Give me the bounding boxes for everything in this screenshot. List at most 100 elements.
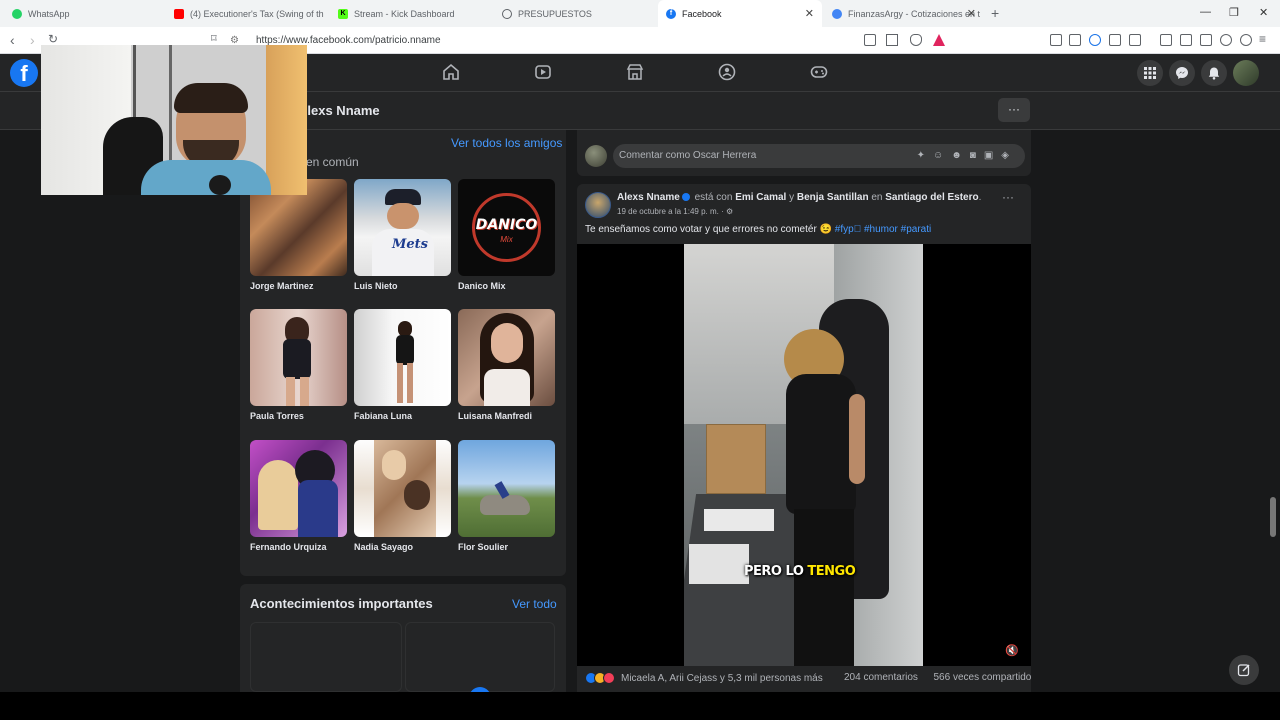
wallet-icon[interactable] bbox=[1200, 34, 1212, 46]
friend-tile[interactable]: Paula Torres bbox=[250, 309, 347, 421]
events-see-all-link[interactable]: Ver todo bbox=[512, 597, 557, 611]
comment-input[interactable]: Comentar como Oscar Herrera ✦☺☻◙▣◈ bbox=[613, 144, 1025, 168]
tab-youtube[interactable]: (4) Executioner's Tax (Swing of th bbox=[166, 0, 331, 27]
sidebar-icon[interactable] bbox=[1180, 34, 1192, 46]
leo-ai-icon[interactable] bbox=[1220, 34, 1232, 46]
rewards-icon[interactable] bbox=[932, 33, 946, 47]
comments-count[interactable]: 204 comentarios bbox=[844, 672, 918, 683]
friend-tile[interactable]: Nadia Sayago bbox=[354, 440, 451, 552]
post-author[interactable]: Alexs Nname bbox=[617, 192, 680, 203]
friend-tile[interactable]: Jorge Martinez bbox=[250, 179, 347, 291]
messenger-button[interactable] bbox=[1169, 60, 1195, 86]
tab-title: FinanzasArgy - Cotizaciones en t bbox=[848, 8, 981, 19]
watch-icon[interactable] bbox=[534, 63, 552, 81]
friend-name[interactable]: Luis Nieto bbox=[354, 281, 451, 291]
tab-finanzas[interactable]: FinanzasArgy - Cotizaciones en t ✕ bbox=[824, 0, 984, 27]
hashtag[interactable]: #parati bbox=[901, 224, 932, 235]
tab-presupuestos[interactable]: PRESUPUESTOS bbox=[494, 0, 659, 27]
tab-whatsapp[interactable]: WhatsApp bbox=[4, 0, 169, 27]
friend-name[interactable]: Paula Torres bbox=[250, 411, 347, 421]
avatar-sticker-icon[interactable]: ✦ bbox=[917, 150, 933, 161]
mute-icon[interactable]: 🔇 bbox=[1005, 644, 1019, 658]
profile-more-button[interactable]: ··· bbox=[998, 98, 1030, 122]
extension-icon[interactable] bbox=[1129, 34, 1141, 46]
tagged-user[interactable]: Emi Camal bbox=[735, 192, 786, 203]
reload-icon[interactable]: ↻ bbox=[48, 32, 58, 46]
facebook-logo-icon[interactable]: f bbox=[10, 59, 38, 87]
friend-tile[interactable]: Mets Luis Nieto bbox=[354, 179, 451, 291]
hashtag[interactable]: #fyp゚ bbox=[835, 224, 861, 235]
friend-tile[interactable]: Fabiana Luna bbox=[354, 309, 451, 421]
extension-icon[interactable] bbox=[1050, 34, 1062, 46]
gaming-icon[interactable] bbox=[810, 63, 828, 81]
post-author-avatar[interactable] bbox=[585, 192, 611, 218]
cast-icon[interactable] bbox=[864, 34, 876, 46]
shares-count[interactable]: 566 veces compartido bbox=[934, 672, 1032, 683]
friend-name[interactable]: Fabiana Luna bbox=[354, 411, 451, 421]
friend-name[interactable]: Danico Mix bbox=[458, 281, 555, 291]
friend-name[interactable]: Jorge Martinez bbox=[250, 281, 347, 291]
tagged-user[interactable]: Benja Santillan bbox=[797, 192, 869, 203]
post-location[interactable]: Santiago del Estero bbox=[885, 192, 978, 203]
extension-icon[interactable] bbox=[1089, 34, 1101, 46]
extensions-puzzle-icon[interactable] bbox=[1109, 34, 1121, 46]
see-all-friends-link[interactable]: Ver todos los amigos bbox=[451, 136, 562, 150]
friend-photo[interactable]: Mets bbox=[354, 179, 451, 276]
friend-name[interactable]: Luisana Manfredi bbox=[458, 411, 555, 421]
friend-tile[interactable]: Fernando Urquiza bbox=[250, 440, 347, 552]
bookmark-icon[interactable]: ⌑ bbox=[211, 32, 217, 45]
menu-icon[interactable]: ≡ bbox=[1259, 32, 1266, 46]
friend-photo[interactable] bbox=[250, 309, 347, 406]
close-tab-icon[interactable]: ✕ bbox=[967, 7, 976, 20]
address-bar[interactable]: ⚙ https://www.facebook.com/patricio.nnam… bbox=[230, 30, 960, 50]
friend-photo[interactable] bbox=[354, 309, 451, 406]
close-tab-icon[interactable]: ✕ bbox=[805, 7, 814, 20]
camera-icon[interactable]: ◙ bbox=[970, 150, 984, 161]
groups-icon[interactable] bbox=[718, 63, 736, 81]
friend-photo[interactable] bbox=[458, 440, 555, 537]
page-scrollbar[interactable] bbox=[1270, 497, 1276, 537]
friend-name[interactable]: Nadia Sayago bbox=[354, 542, 451, 552]
gif-icon[interactable]: ▣ bbox=[984, 150, 1001, 161]
home-icon[interactable] bbox=[442, 63, 460, 81]
notifications-button[interactable] bbox=[1201, 60, 1227, 86]
site-info-icon[interactable]: ⚙ bbox=[230, 35, 244, 46]
media-icon[interactable] bbox=[1160, 34, 1172, 46]
emoji-icon[interactable]: ☺ bbox=[933, 150, 951, 161]
minimize-icon[interactable]: — bbox=[1200, 6, 1211, 18]
post-date-text[interactable]: 19 de octubre a la 1:49 p. m. · bbox=[617, 207, 724, 216]
event-tile[interactable] bbox=[405, 622, 555, 692]
menu-grid-button[interactable] bbox=[1137, 60, 1163, 86]
tab-facebook[interactable]: f Facebook ✕ bbox=[658, 0, 822, 27]
tab-kick[interactable]: K Stream - Kick Dashboard bbox=[330, 0, 495, 27]
friend-photo[interactable] bbox=[250, 440, 347, 537]
friend-photo[interactable] bbox=[354, 440, 451, 537]
friend-tile[interactable]: Luisana Manfredi bbox=[458, 309, 555, 421]
new-message-button[interactable] bbox=[1229, 655, 1259, 685]
hashtag[interactable]: #humor bbox=[864, 224, 898, 235]
reactions-summary[interactable]: Micaela A, Arii Cejass y 5,3 mil persona… bbox=[585, 672, 823, 684]
post-options-icon[interactable]: ··· bbox=[1002, 190, 1014, 204]
forward-icon[interactable]: › bbox=[30, 32, 35, 48]
sticker-pack-icon[interactable]: ◈ bbox=[1001, 150, 1017, 161]
sticker-icon[interactable]: ☻ bbox=[951, 150, 970, 161]
event-tile[interactable] bbox=[250, 622, 402, 692]
brave-shield-icon[interactable] bbox=[910, 34, 922, 46]
friend-photo[interactable]: DANICO Mix bbox=[458, 179, 555, 276]
and-text: y bbox=[789, 192, 795, 203]
back-icon[interactable]: ‹ bbox=[10, 32, 15, 48]
friend-name[interactable]: Flor Soulier bbox=[458, 542, 555, 552]
marketplace-icon[interactable] bbox=[626, 63, 644, 81]
account-avatar[interactable] bbox=[1233, 60, 1259, 86]
share-icon[interactable] bbox=[886, 34, 898, 46]
vpn-icon[interactable] bbox=[1240, 34, 1252, 46]
friend-name[interactable]: Fernando Urquiza bbox=[250, 542, 347, 552]
close-window-icon[interactable]: ✕ bbox=[1259, 6, 1268, 19]
friend-photo[interactable] bbox=[458, 309, 555, 406]
maximize-icon[interactable]: ❐ bbox=[1229, 6, 1239, 19]
new-tab-icon[interactable]: + bbox=[991, 5, 999, 21]
friend-tile[interactable]: DANICO Mix Danico Mix bbox=[458, 179, 555, 291]
post-video[interactable]: PERO LO TENGO 🔇 bbox=[577, 244, 1031, 666]
friend-tile[interactable]: Flor Soulier bbox=[458, 440, 555, 552]
extension-icon[interactable] bbox=[1069, 34, 1081, 46]
